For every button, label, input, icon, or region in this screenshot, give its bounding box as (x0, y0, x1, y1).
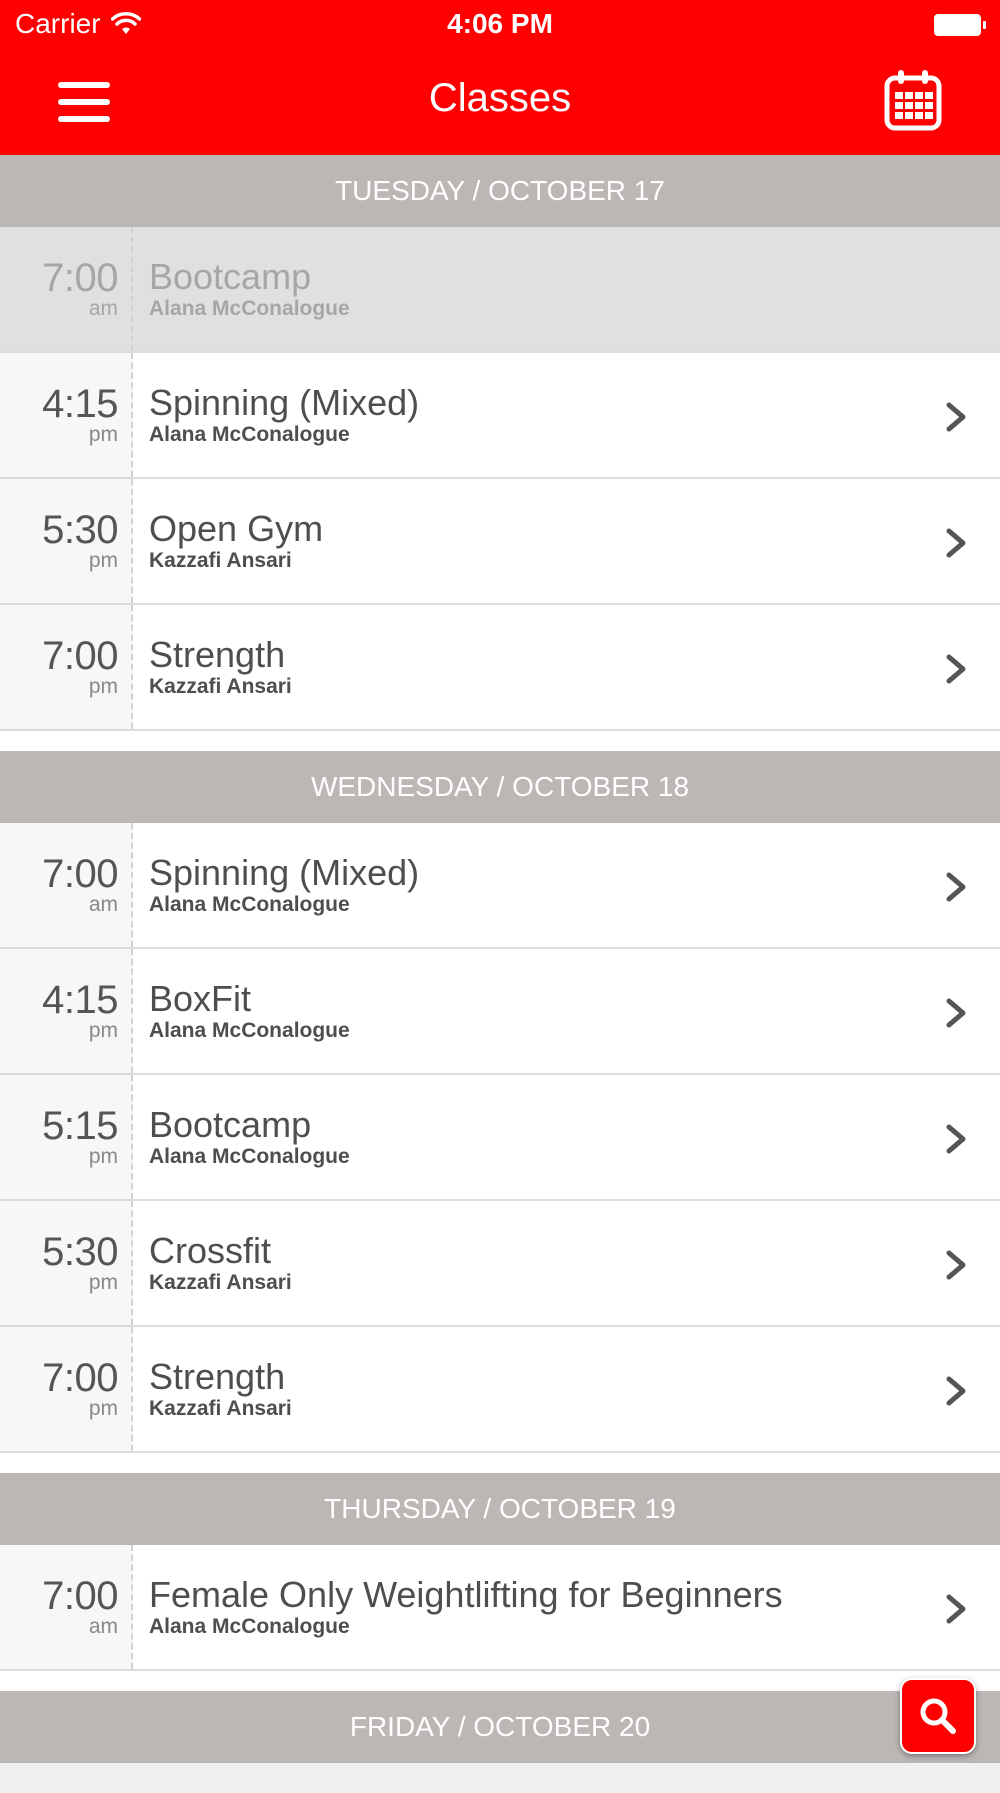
chevron-right-icon[interactable] (942, 1375, 970, 1407)
class-name: Open Gym (149, 508, 324, 549)
status-bar: Carrier 4:06 PM (0, 0, 1000, 50)
class-time-period: pm (88, 549, 118, 572)
search-button[interactable] (900, 1678, 976, 1754)
section-gap (0, 1671, 1000, 1691)
class-info: Strength Kazzafi Ansari (133, 605, 1000, 729)
chevron-right-icon[interactable] (942, 653, 970, 685)
section-gap (0, 1453, 1000, 1473)
class-time-value: 4:15 (42, 978, 118, 1022)
class-instructor: Alana McConalogue (149, 893, 350, 916)
class-time-value: 5:30 (42, 508, 118, 552)
page-title: Classes (428, 76, 572, 120)
class-row[interactable]: 5:15 pm Bootcamp Alana McConalogue (0, 1075, 1000, 1201)
class-info: Strength Kazzafi Ansari (133, 1327, 1000, 1451)
class-time: 4:15 pm (0, 949, 133, 1073)
class-row[interactable]: 4:15 pm BoxFit Alana McConalogue (0, 949, 1000, 1075)
class-name: Female Only Weightlifting for Beginners (149, 1574, 783, 1615)
class-time: 5:15 pm (0, 1075, 133, 1199)
class-name: Spinning (Mixed) (149, 382, 420, 423)
class-name: Spinning (Mixed) (149, 852, 420, 893)
class-instructor: Kazzafi Ansari (149, 675, 292, 698)
class-name: Crossfit (149, 1230, 272, 1271)
class-info: Open Gym Kazzafi Ansari (133, 479, 1000, 603)
class-name: Bootcamp (149, 1104, 312, 1145)
class-instructor: Alana McConalogue (149, 297, 350, 320)
class-time-period: pm (88, 1019, 118, 1042)
class-instructor: Alana McConalogue (149, 1145, 350, 1168)
class-instructor: Alana McConalogue (149, 1615, 350, 1638)
class-time: 7:00 am (0, 1545, 133, 1669)
class-time-value: 7:00 (42, 1574, 118, 1618)
class-row[interactable]: 7:00 pm Strength Kazzafi Ansari (0, 1327, 1000, 1453)
class-name: Bootcamp (149, 256, 312, 297)
class-time: 7:00 am (0, 227, 133, 351)
chevron-right-icon[interactable] (942, 401, 970, 433)
class-time-period: pm (88, 1145, 118, 1168)
class-time-value: 4:15 (42, 382, 118, 426)
battery-icon (934, 14, 986, 36)
section-gap (0, 731, 1000, 751)
class-time-period: am (88, 1615, 118, 1638)
day-header: WEDNESDAY / OCTOBER 18 (0, 751, 1000, 823)
class-time-period: pm (88, 675, 118, 698)
class-time: 5:30 pm (0, 479, 133, 603)
class-time: 4:15 pm (0, 353, 133, 477)
class-time-value: 5:30 (42, 1230, 118, 1274)
class-info: Crossfit Kazzafi Ansari (133, 1201, 1000, 1325)
day-header: FRIDAY / OCTOBER 20 (0, 1691, 1000, 1763)
chevron-right-icon[interactable] (942, 997, 970, 1029)
class-row[interactable]: 5:30 pm Crossfit Kazzafi Ansari (0, 1201, 1000, 1327)
class-time-period: am (88, 297, 118, 320)
class-row[interactable]: 7:00 pm Strength Kazzafi Ansari (0, 605, 1000, 731)
class-row[interactable]: 7:00 am Bootcamp Alana McConalogue (0, 227, 1000, 353)
list-continuation (0, 1763, 1000, 1793)
class-info: Spinning (Mixed) Alana McConalogue (133, 823, 1000, 947)
chevron-right-icon[interactable] (942, 1123, 970, 1155)
class-time: 5:30 pm (0, 1201, 133, 1325)
class-time-value: 7:00 (42, 852, 118, 896)
day-header: THURSDAY / OCTOBER 19 (0, 1473, 1000, 1545)
class-info: Bootcamp Alana McConalogue (133, 1075, 1000, 1199)
class-info: Bootcamp Alana McConalogue (133, 227, 1000, 351)
chevron-right-icon[interactable] (942, 1593, 970, 1625)
class-instructor: Alana McConalogue (149, 423, 350, 446)
day-header: TUESDAY / OCTOBER 17 (0, 155, 1000, 227)
chevron-right-icon[interactable] (942, 871, 970, 903)
class-row[interactable]: 7:00 am Spinning (Mixed) Alana McConalog… (0, 823, 1000, 949)
class-name: BoxFit (149, 978, 252, 1019)
class-time-period: pm (88, 1271, 118, 1294)
class-time-value: 7:00 (42, 1356, 118, 1400)
class-time-value: 7:00 (42, 634, 118, 678)
app-header: Carrier 4:06 PM Classes (0, 0, 1000, 155)
class-row[interactable]: 4:15 pm Spinning (Mixed) Alana McConalog… (0, 353, 1000, 479)
class-instructor: Alana McConalogue (149, 1019, 350, 1042)
class-time-value: 5:15 (42, 1104, 118, 1148)
class-time-period: pm (88, 1397, 118, 1420)
class-info: Female Only Weightlifting for Beginners … (133, 1545, 1000, 1669)
search-icon (920, 1698, 956, 1734)
class-instructor: Kazzafi Ansari (149, 549, 292, 572)
class-time-value: 7:00 (42, 256, 118, 300)
status-time: 4:06 PM (447, 8, 553, 39)
chevron-right-icon[interactable] (942, 1249, 970, 1281)
class-time-period: am (88, 893, 118, 916)
class-instructor: Kazzafi Ansari (149, 1271, 292, 1294)
class-name: Strength (149, 1356, 286, 1397)
calendar-icon[interactable] (884, 68, 942, 132)
class-time: 7:00 pm (0, 605, 133, 729)
class-time-period: pm (88, 423, 118, 446)
class-instructor: Kazzafi Ansari (149, 1397, 292, 1420)
class-row[interactable]: 5:30 pm Open Gym Kazzafi Ansari (0, 479, 1000, 605)
chevron-right-icon[interactable] (942, 527, 970, 559)
class-schedule-list: TUESDAY / OCTOBER 17 7:00 am Bootcamp Al… (0, 155, 1000, 1793)
class-time: 7:00 pm (0, 1327, 133, 1451)
class-name: Strength (149, 634, 286, 675)
class-info: BoxFit Alana McConalogue (133, 949, 1000, 1073)
class-time: 7:00 am (0, 823, 133, 947)
class-info: Spinning (Mixed) Alana McConalogue (133, 353, 1000, 477)
class-row[interactable]: 7:00 am Female Only Weightlifting for Be… (0, 1545, 1000, 1671)
